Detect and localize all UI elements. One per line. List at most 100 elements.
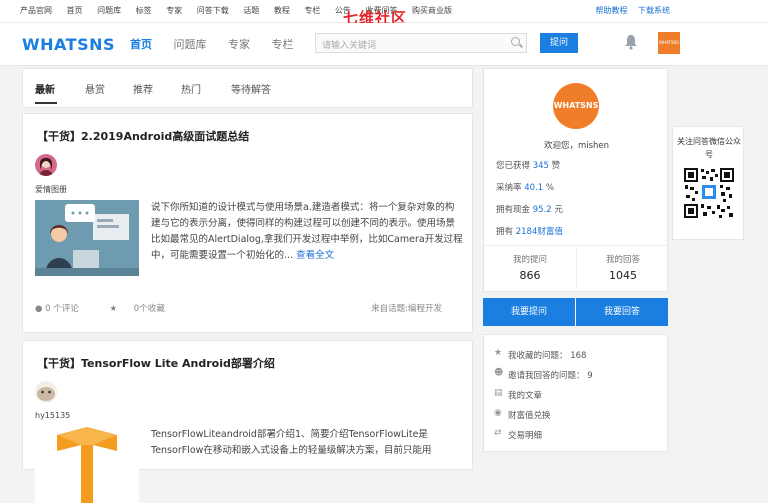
tab-bounty[interactable]: 悬赏 (85, 81, 105, 96)
tab-latest[interactable]: 最新 (35, 81, 55, 96)
profile-panel: WHATSNS 欢迎您，mishen 您已获得 345 赞 采纳率 40.1 %… (483, 68, 669, 292)
author-avatar[interactable] (35, 381, 57, 403)
my-answers-value: 1045 (609, 269, 637, 282)
post-excerpt: 说下你所知道的设计模式与使用场景a.建造者模式：将一个复杂对象的构建与它的表示分… (151, 200, 463, 264)
stat-cash: 拥有现金 95.2 元 (496, 203, 563, 215)
comment-count[interactable]: ● 0 个评论 (35, 304, 93, 314)
ask-question-button[interactable]: 我要提问 (483, 298, 575, 326)
stat-likes: 您已获得 345 赞 (496, 159, 560, 171)
my-questions-count[interactable]: 我的提问 866 (484, 253, 576, 282)
link-my-articles[interactable]: ▤ 我的文章 (494, 389, 543, 402)
exchange-icon: ⇄ (494, 428, 502, 438)
link-label: 我收藏的问题： (508, 351, 568, 361)
quick-links-panel: ★ 我收藏的问题： 168 ☻ 邀请我回答的问题： 9 ▤ 我的文章 ◉ 财富值兑换 ⇄… (483, 334, 668, 452)
feed-tabs: 最新 悬赏 推荐 热门 等待解答 (22, 68, 473, 108)
link-label: 交易明细 (508, 431, 543, 441)
tab-awaiting-answer[interactable]: 等待解答 (231, 81, 271, 96)
stat-label: 拥有现金 (496, 205, 531, 215)
post-excerpt: TensorFlowLiteandroid部署介绍1、简要介绍TensorFlo… (151, 427, 463, 459)
comment-count-label: 0 个评论 (45, 304, 79, 314)
top-link-topics[interactable]: 话题 (243, 6, 259, 15)
post-card: 【干货】2.2019Android高级面试题总结 爱情图册 说下你所知道的设计模 (22, 113, 473, 333)
link-invited-questions[interactable]: ☻ 邀请我回答的问题： 9 (494, 369, 593, 382)
top-link-tags[interactable]: 标签 (136, 6, 152, 15)
top-link-experts[interactable]: 专家 (166, 6, 182, 15)
favorite-count[interactable]: ★ 0个收藏 (109, 304, 178, 314)
stat-label: 采纳率 (496, 183, 522, 193)
qr-caption: 关注问答微信公众号 (677, 137, 741, 159)
nav-experts[interactable]: 专家 (228, 38, 250, 51)
top-link-questions[interactable]: 问题库 (97, 6, 121, 15)
post-author[interactable]: 爱情图册 (35, 184, 67, 195)
top-link-columns[interactable]: 专栏 (304, 6, 320, 15)
top-right-links: 帮助教程 下载系统 (587, 5, 670, 16)
active-tab-indicator (35, 102, 57, 104)
post-thumbnail[interactable] (35, 200, 139, 276)
profile-divider (484, 245, 669, 246)
post-title[interactable]: 【干货】2.2019Android高级面试题总结 (37, 128, 249, 144)
top-link-download[interactable]: 问答下载 (197, 6, 229, 15)
tab-hot[interactable]: 热门 (181, 81, 201, 96)
star-icon: ★ (109, 304, 118, 314)
star-icon: ★ (494, 348, 503, 358)
top-link-product[interactable]: 产品官网 (20, 6, 52, 15)
database-icon: ◉ (494, 408, 502, 418)
main-nav: 首页 问题库 专家 专栏 (130, 36, 312, 52)
post-card: 【干货】TensorFlow Lite Android部署介绍 hy15135 … (22, 340, 473, 503)
post-author[interactable]: hy15135 (35, 411, 70, 420)
answer-question-button[interactable]: 我要回答 (576, 298, 668, 326)
main-header: WHATSNS 首页 问题库 专家 专栏 请输入关键词 提问 WHATSNS (0, 23, 768, 66)
site-logo[interactable]: WHATSNS (22, 35, 115, 54)
link-value: 9 (587, 371, 593, 381)
stat-value[interactable]: 2184财富值 (516, 227, 563, 237)
tab-recommended[interactable]: 推荐 (133, 81, 153, 96)
top-link-home[interactable]: 首页 (67, 6, 83, 15)
welcome-text: 欢迎您，mishen (543, 141, 610, 151)
top-link-buy-commercial[interactable]: 购买商业版 (412, 6, 452, 15)
stat-label: 您已获得 (496, 161, 531, 171)
author-avatar[interactable] (35, 154, 57, 176)
post-meta: ● 0 个评论 ★ 0个收藏 (35, 302, 193, 314)
stat-label: 拥有 (496, 227, 514, 237)
stat-wealth: 拥有 2184财富值 (496, 225, 563, 237)
read-more-link[interactable]: 查看全文 (296, 250, 334, 261)
bell-icon[interactable] (624, 34, 638, 50)
download-system-link[interactable]: 下载系统 (638, 6, 670, 15)
top-bar: 产品官网 首页 问题库 标签 专家 问答下载 话题 教程 专栏 公告 收费问答 … (0, 0, 768, 27)
qr-code-image (683, 167, 735, 219)
profile-avatar[interactable]: WHATSNS (553, 83, 599, 129)
my-answers-count[interactable]: 我的回答 1045 (577, 253, 669, 282)
link-my-favorites[interactable]: ★ 我收藏的问题： 168 (494, 349, 587, 362)
stat-value: 345 (532, 161, 549, 171)
post-thumbnail[interactable] (35, 427, 139, 503)
stat-unit: 赞 (551, 161, 561, 171)
search-input[interactable]: 请输入关键词 (315, 33, 527, 53)
search-placeholder: 请输入关键词 (322, 41, 377, 51)
link-label: 邀请我回答的问题： (508, 371, 585, 381)
link-wealth-exchange[interactable]: ◉ 财富值兑换 (494, 409, 551, 422)
favorite-count-label: 0个收藏 (133, 304, 165, 314)
document-icon: ▤ (494, 388, 503, 398)
post-topic[interactable]: 来自话题:编程开发 (371, 302, 442, 314)
nav-questions[interactable]: 问题库 (174, 38, 207, 51)
search-icon[interactable] (511, 37, 520, 46)
user-avatar[interactable]: WHATSNS (658, 32, 680, 54)
top-link-tutorials[interactable]: 教程 (274, 6, 290, 15)
ask-button[interactable]: 提问 (540, 33, 578, 53)
link-transactions[interactable]: ⇄ 交易明细 (494, 429, 543, 442)
action-buttons: 我要提问 我要回答 (483, 298, 668, 326)
link-label: 财富值兑换 (508, 411, 551, 421)
nav-columns[interactable]: 专栏 (272, 38, 294, 51)
link-label: 我的文章 (508, 391, 543, 401)
user-icon: ☻ (494, 368, 504, 378)
post-title[interactable]: 【干货】TensorFlow Lite Android部署介绍 (37, 355, 275, 371)
stat-unit: % (545, 183, 554, 193)
nav-home[interactable]: 首页 (130, 38, 152, 51)
stat-value: 40.1 (524, 183, 544, 193)
stat-unit: 元 (554, 205, 563, 215)
help-link[interactable]: 帮助教程 (595, 6, 627, 15)
my-answers-label: 我的回答 (605, 255, 640, 265)
my-questions-label: 我的提问 (512, 255, 547, 265)
link-value: 168 (570, 351, 587, 361)
stat-adoption-rate: 采纳率 40.1 % (496, 181, 554, 193)
